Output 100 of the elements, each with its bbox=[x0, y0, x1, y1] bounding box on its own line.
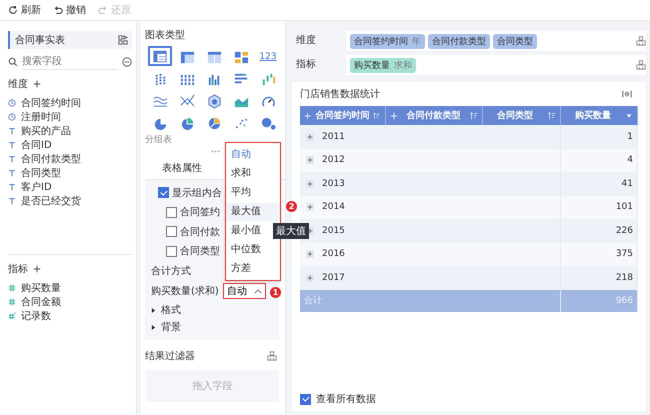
collapsible-section[interactable]: 格式 bbox=[145, 302, 181, 318]
field-item[interactable]: 客户ID bbox=[8, 180, 52, 194]
field-item[interactable]: 注册时间 bbox=[8, 110, 61, 124]
menu-option[interactable]: 中位数 bbox=[226, 240, 280, 258]
shelf-label: 维度 bbox=[292, 31, 346, 51]
hash-icon bbox=[8, 284, 16, 292]
field-item[interactable]: 购买的产品 bbox=[8, 124, 71, 138]
waterfall-chart-icon bbox=[260, 72, 276, 86]
clear-icon[interactable] bbox=[636, 36, 646, 46]
field-item[interactable]: 是否已经交货 bbox=[8, 194, 81, 208]
checkbox-label: 合同付款 bbox=[180, 226, 220, 239]
setting-label: 购买数量(求和) bbox=[151, 284, 219, 298]
field-chip[interactable]: 合同类型 bbox=[493, 34, 537, 48]
clock-icon bbox=[8, 113, 16, 121]
search-icon bbox=[8, 56, 18, 66]
table-cell: 2012 bbox=[322, 155, 345, 166]
shelf-label: 指标 bbox=[292, 55, 346, 75]
tab[interactable]: 表格属性 bbox=[145, 157, 219, 179]
table-cell: 41 bbox=[622, 178, 633, 189]
add-icon[interactable] bbox=[33, 265, 41, 273]
field-item[interactable]: 购买数量 bbox=[8, 281, 61, 295]
field-chip[interactable]: 合同签约时间 年 bbox=[350, 34, 425, 48]
field-item[interactable]: 合同ID bbox=[8, 138, 52, 152]
table-cell: 226 bbox=[616, 226, 633, 236]
caret-icon bbox=[151, 308, 156, 312]
step-marker: 2 bbox=[286, 201, 297, 212]
more-icon[interactable] bbox=[122, 56, 132, 66]
collapsible-section[interactable]: 背景 bbox=[145, 318, 181, 336]
clock-icon bbox=[8, 99, 16, 107]
drag-handle-icon[interactable] bbox=[210, 150, 220, 152]
hash-icon bbox=[8, 298, 16, 306]
plus-icon[interactable] bbox=[390, 112, 398, 120]
text-type-icon bbox=[8, 141, 16, 149]
setting-label: 合计方式 bbox=[151, 264, 191, 278]
checkbox-label: 合同类型 bbox=[180, 244, 220, 258]
redo-icon bbox=[98, 5, 108, 15]
plus-icon[interactable] bbox=[304, 112, 312, 120]
clear-icon[interactable] bbox=[636, 60, 646, 70]
field-item[interactable]: 记录数 bbox=[8, 309, 51, 323]
column-width-icon[interactable] bbox=[622, 89, 632, 99]
checkbox-label: 查看所有数据 bbox=[316, 392, 376, 406]
checkbox[interactable] bbox=[166, 226, 177, 238]
field-item[interactable]: 合同付款类型 bbox=[8, 152, 81, 166]
checkbox-label: 合同签约 bbox=[180, 206, 220, 220]
text-type-icon bbox=[8, 169, 16, 177]
checkbox[interactable] bbox=[300, 394, 311, 404]
search-field[interactable]: 搜索字段 bbox=[22, 53, 118, 70]
tiles-chart-icon bbox=[234, 50, 248, 64]
section-title: 指标 bbox=[8, 262, 28, 276]
undo-icon bbox=[53, 5, 63, 15]
field-item[interactable]: 合同金额 bbox=[8, 295, 61, 309]
panel-title: 图表类型 bbox=[145, 30, 186, 42]
sort-icon[interactable] bbox=[373, 112, 380, 120]
cross-table-chart-icon bbox=[180, 50, 194, 64]
section-title: 维度 bbox=[8, 78, 28, 91]
column-header[interactable]: 合同类型 bbox=[482, 106, 560, 125]
add-icon[interactable] bbox=[33, 80, 41, 88]
step-marker: 1 bbox=[270, 287, 281, 298]
column-header[interactable]: 合同付款类型 bbox=[385, 106, 482, 125]
total-value: 966 bbox=[616, 296, 633, 306]
chart-type-option[interactable]: 123 bbox=[256, 46, 280, 68]
menu-option[interactable]: 自动 bbox=[226, 146, 280, 164]
bubble-chart-icon bbox=[260, 116, 276, 130]
caret-icon bbox=[151, 324, 156, 330]
text-type-icon bbox=[8, 127, 16, 135]
layout-icon[interactable] bbox=[118, 35, 128, 45]
chart-type-option[interactable] bbox=[148, 46, 172, 66]
total-label: 合计 bbox=[304, 296, 322, 306]
column-header[interactable]: 购买数量 bbox=[560, 106, 638, 125]
quarter-pie-chart-icon bbox=[180, 116, 194, 130]
menu-option[interactable]: 方差 bbox=[226, 260, 280, 278]
field-item[interactable]: 合同类型 bbox=[8, 166, 61, 180]
checkbox-label: 显示组内合 bbox=[172, 186, 222, 200]
dataset-selector[interactable]: 合同事实表 bbox=[8, 31, 132, 49]
table-cell: 101 bbox=[616, 202, 633, 212]
sort-icon[interactable] bbox=[548, 112, 556, 120]
column-header[interactable]: 合同签约时间 bbox=[300, 106, 385, 125]
detail-table-chart-icon bbox=[206, 50, 222, 64]
table-cell: 2013 bbox=[322, 178, 345, 189]
field-chip[interactable]: 购买数量 求和 bbox=[350, 58, 416, 72]
menu-option[interactable]: 求和 bbox=[226, 164, 280, 182]
field-chip[interactable]: 合同付款类型 bbox=[428, 34, 490, 48]
checkbox[interactable] bbox=[166, 246, 177, 257]
total-method-select[interactable]: 自动 bbox=[222, 283, 266, 299]
menu-option[interactable]: 最大值 bbox=[226, 202, 280, 220]
section-title: 结果过滤器 bbox=[145, 350, 195, 362]
menu-option[interactable]: 平均 bbox=[226, 184, 280, 202]
field-item[interactable]: 合同签约时间 bbox=[8, 96, 81, 110]
checkbox[interactable] bbox=[158, 187, 169, 198]
caret-icon[interactable] bbox=[625, 112, 633, 120]
count-icon bbox=[8, 312, 16, 320]
clear-icon[interactable] bbox=[267, 350, 277, 360]
checkbox[interactable] bbox=[166, 206, 177, 218]
hbars-chart-icon bbox=[234, 72, 248, 86]
sort-icon[interactable] bbox=[470, 112, 478, 120]
table-cell: 2011 bbox=[322, 132, 345, 142]
toolbar-button[interactable]: 撤销 bbox=[51, 3, 88, 17]
caret-icon bbox=[254, 288, 262, 294]
toolbar-button[interactable]: 刷新 bbox=[6, 3, 43, 17]
rose-chart-icon bbox=[206, 116, 222, 130]
